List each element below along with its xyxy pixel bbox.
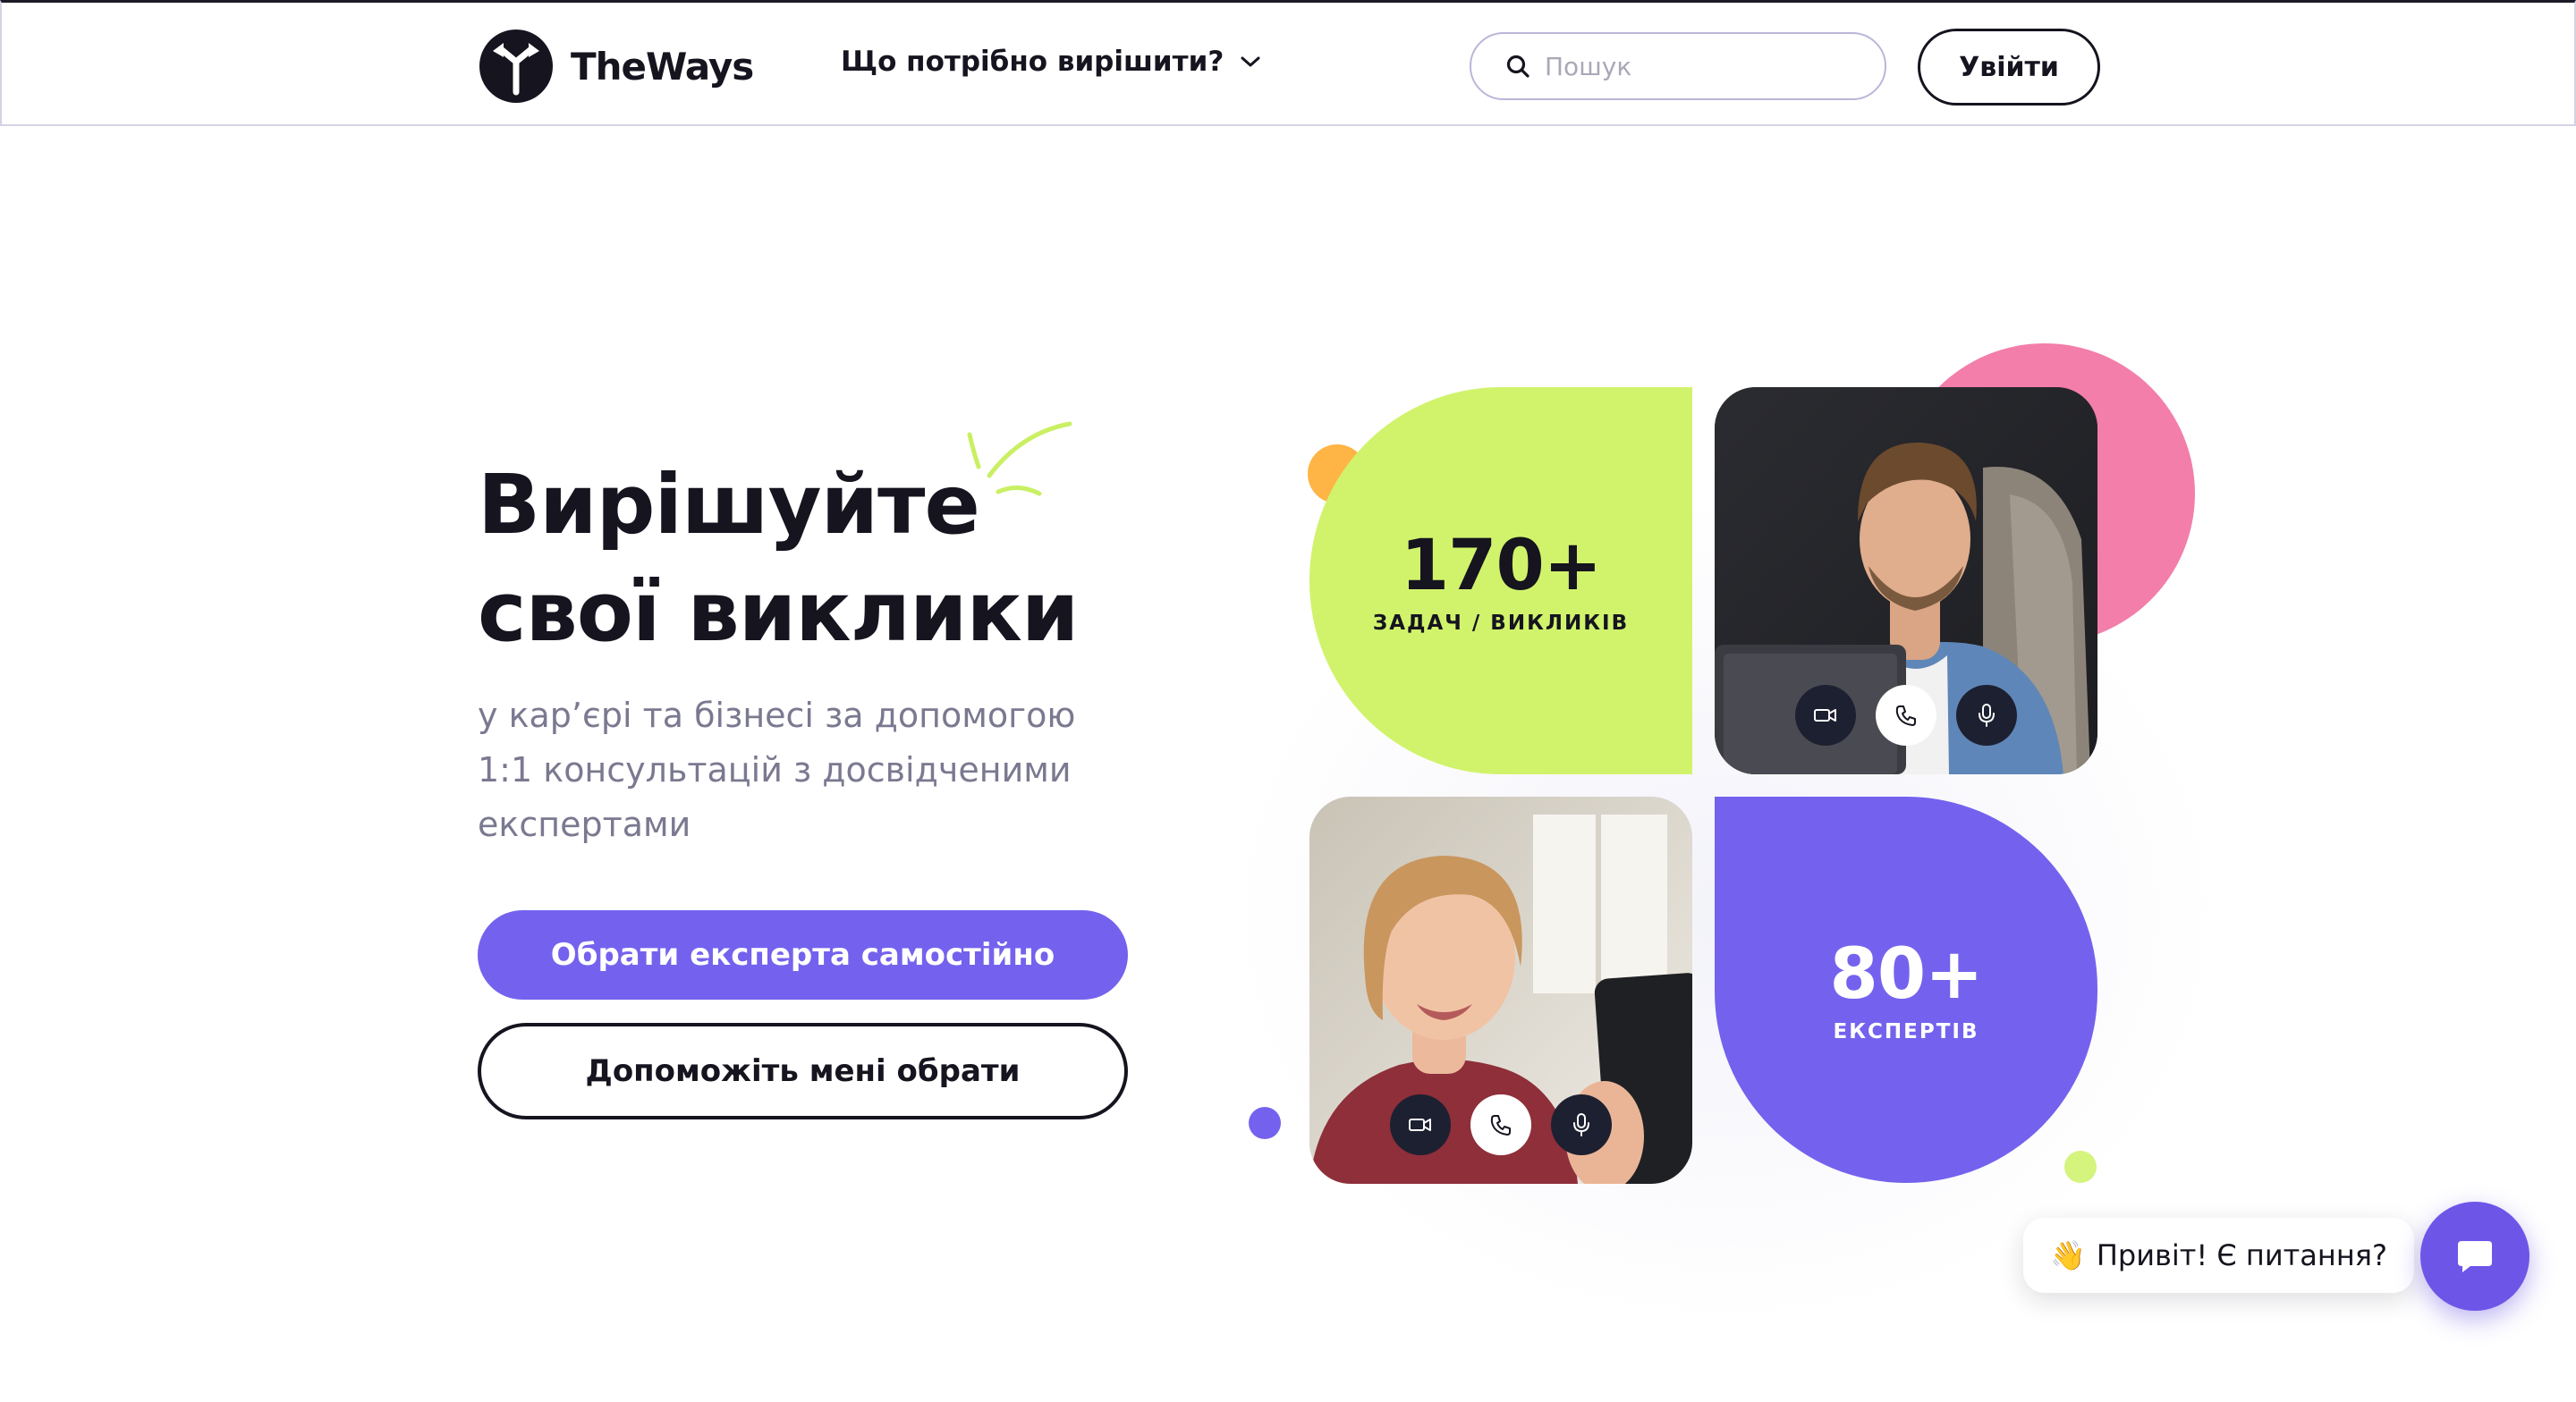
chat-launcher-button[interactable] (2420, 1202, 2529, 1311)
login-button[interactable]: Увійти (1918, 29, 2100, 106)
video-toggle-button[interactable] (1795, 685, 1856, 746)
phone-call-button[interactable] (1470, 1094, 1531, 1155)
video-camera-icon (1409, 1119, 1431, 1131)
hero-subtitle-line-1: у кар’єрі та бізнесі за допомогою (478, 696, 1076, 735)
hero-title-line-2: свої виклики (478, 564, 1079, 660)
chat-icon (2458, 1241, 2492, 1272)
problems-dropdown-label: Що потрібно вирішити? (841, 46, 1224, 78)
site-header: TheWays Що потрібно вирішити? Увійти (0, 0, 2576, 126)
phone-icon (1490, 1115, 1511, 1136)
video-call-card-expert (1715, 387, 2097, 774)
chat-greeting-bubble[interactable]: 👋 Привіт! Є питання? (2023, 1218, 2414, 1293)
mic-toggle-button[interactable] (1551, 1094, 1612, 1155)
video-camera-icon (1814, 709, 1836, 722)
search-input[interactable] (1545, 51, 1867, 81)
chevron-down-icon (1241, 56, 1260, 67)
microphone-icon (1573, 1113, 1589, 1136)
experts-stat-card: 80+ ЕКСПЕРТІВ (1715, 797, 2097, 1183)
decor-dot-purple (1249, 1107, 1281, 1139)
experts-stat-label: ЕКСПЕРТІВ (1833, 1020, 1979, 1043)
hero-subtitle-line-2: 1:1 консультацій з досвідченими (478, 750, 1072, 790)
search-icon (1506, 55, 1530, 78)
phone-icon (1895, 705, 1916, 726)
call-controls (1715, 685, 2097, 746)
problems-dropdown[interactable]: Що потрібно вирішити? (841, 46, 1261, 78)
mic-toggle-button[interactable] (1956, 685, 2017, 746)
hero-subtitle-line-3: експертами (478, 805, 691, 844)
brand-name: TheWays (571, 44, 754, 89)
logo-icon (479, 30, 553, 103)
hero-subtitle: у кар’єрі та бізнесі за допомогою 1:1 ко… (478, 688, 1193, 852)
tasks-stat-value: 170+ (1400, 525, 1602, 606)
choose-expert-button[interactable]: Обрати експерта самостійно (478, 910, 1128, 1000)
call-controls (1309, 1094, 1692, 1155)
doodle-icon (967, 421, 1072, 496)
tasks-stat-label: ЗАДАЧ / ВИКЛИКІВ (1372, 611, 1630, 635)
tasks-stat-card: 170+ ЗАДАЧ / ВИКЛИКІВ (1309, 387, 1692, 774)
decor-dot-lime (2064, 1151, 2097, 1183)
phone-call-button[interactable] (1876, 685, 1936, 746)
experts-stat-value: 80+ (1829, 934, 1984, 1015)
logo[interactable]: TheWays (479, 30, 754, 103)
video-toggle-button[interactable] (1390, 1094, 1451, 1155)
search-box (1470, 32, 1886, 100)
chat-greeting-text: Привіт! Є питання? (2096, 1238, 2387, 1272)
microphone-icon (1979, 704, 1995, 727)
help-me-choose-button[interactable]: Допоможіть мені обрати (478, 1023, 1128, 1119)
wave-icon: 👋 (2050, 1238, 2086, 1272)
video-call-card-client (1309, 797, 1692, 1184)
